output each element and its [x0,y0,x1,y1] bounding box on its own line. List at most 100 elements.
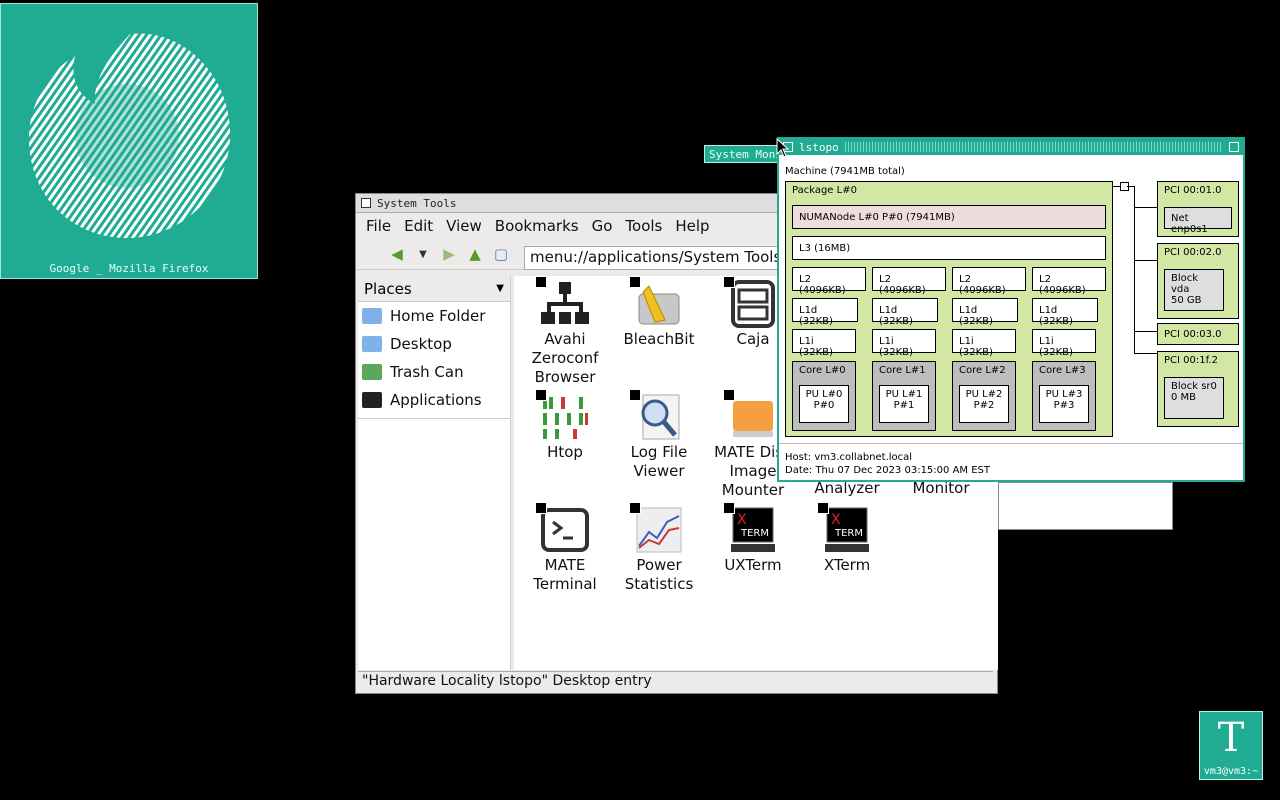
sidebar-item-label: Home Folder [390,307,486,325]
xterm-icon: X TERM [723,502,777,554]
chevron-down-icon[interactable]: ▼ [496,283,504,294]
l1i-cache-box: L1i (32KB) [952,329,1016,358]
date-label: Date: Thu 07 Dec 2023 03:15:00 AM EST [785,465,990,476]
menu-help[interactable]: Help [675,217,709,235]
mouse-pointer-icon [776,138,790,158]
app-label: Avahi Zeroconf Browser [531,330,599,386]
sidebar-item-label: Desktop [390,335,452,353]
app-bleachbit[interactable]: BleachBit [612,276,706,349]
terminal-glyph-icon: T [1217,715,1245,761]
core-label: Core L#2 [959,365,1006,376]
location-bar[interactable]: menu://applications/System Tools [524,246,784,270]
host-label: Host: vm3.collabnet.local [785,452,913,463]
window-menu-icon[interactable] [361,198,371,208]
app-label: Htop [547,443,583,461]
places-header[interactable]: Places ▼ [358,276,510,302]
xterm-icon: X TERM [817,502,871,554]
file-cabinet-icon [723,276,777,328]
l1i-cache-box: L1i (32KB) [872,329,936,358]
l2-cache-box: L2 (4096KB) [792,267,866,296]
menu-file[interactable]: File [366,217,391,235]
app-label: BleachBit [623,330,695,348]
sidebar-item-label: Trash Can [390,363,464,381]
l1i-cache-box: L1i (32KB) [792,329,856,358]
desktop-folder-icon [362,336,382,352]
app-label: XTerm [823,556,871,574]
sidebar-item-desktop[interactable]: Desktop [358,330,510,358]
l2-cache-box: L2 (4096KB) [952,267,1026,296]
firefox-iconified-window[interactable]: Google _ Mozilla Firefox [0,3,258,279]
menu-go[interactable]: Go [592,217,613,235]
l1d-cache-box: L1d (32KB) [872,298,938,327]
lstopo-titlebar[interactable]: lstopo [779,139,1243,155]
app-log-file-viewer[interactable]: Log File Viewer [612,389,706,481]
firefox-icon-caption: Google _ Mozilla Firefox [49,262,209,275]
pci-label: PCI 00:1f.2 [1164,355,1218,366]
menu-bookmarks[interactable]: Bookmarks [495,217,579,235]
forward-arrow-icon[interactable]: ▶ [438,243,460,265]
app-mate-terminal[interactable]: MATE Terminal [518,502,612,594]
chart-icon [629,502,683,554]
l1d-cache-box: L1d (32KB) [952,298,1018,327]
up-arrow-icon[interactable]: ▲ [464,243,486,265]
applications-icon [362,392,382,408]
l3-cache-box: L3 (16MB) [792,236,1106,260]
sidebar-item-trash[interactable]: Trash Can [358,358,510,386]
pu-label: PU L#2 [965,389,1003,400]
lstopo-window-title: lstopo [799,140,839,154]
terminal-icon [535,502,589,554]
block-device-size: 50 GB [1171,295,1202,306]
pu-box: PU L#0 P#0 [799,385,849,423]
app-avahi[interactable]: Avahi Zeroconf Browser [518,276,612,387]
core-label: Core L#1 [879,365,926,376]
divider [779,443,1243,444]
pu-box: PU L#2 P#2 [959,385,1009,423]
block-device-box: Block vda 50 GB [1164,269,1224,311]
maximize-icon[interactable] [1229,142,1239,152]
sidebar-item-label: Applications [390,391,482,409]
status-bar: "Hardware Locality lstopo" Desktop entry [358,671,993,691]
caja-window-title: System Tools [377,196,457,210]
pu-physical-label: P#3 [1053,400,1075,411]
system-monitor-titlebar[interactable]: System Monitor [704,145,780,163]
numa-node-box: NUMANode L#0 P#0 (7941MB) [792,205,1106,229]
lstopo-window[interactable]: lstopo Machine (7941MB total) Package L#… [777,137,1245,482]
places-header-label: Places [364,279,412,298]
app-htop[interactable]: Htop [518,389,612,462]
terminal-iconified-window[interactable]: T vm3@vm3:~ [1199,711,1263,780]
block-device-label: Block sr0 [1171,381,1217,392]
app-power-statistics[interactable]: Power Statistics [612,502,706,594]
app-uxterm[interactable]: X TERM UXTerm [706,502,800,575]
l1d-cache-box: L1d (32KB) [1032,298,1098,327]
system-monitor-window[interactable] [998,482,1173,530]
menu-edit[interactable]: Edit [404,217,433,235]
menu-view[interactable]: View [446,217,482,235]
topology-canvas: Machine (7941MB total) Package L#0 NUMAN… [779,155,1243,480]
disk-image-icon [723,389,777,441]
connector-line [1134,186,1135,354]
core-label: Core L#0 [799,365,846,376]
magnifier-icon [629,389,683,441]
app-label: Log File Viewer [630,443,688,480]
places-sidebar: Places ▼ Home Folder Desktop Trash Can A… [358,276,511,670]
menu-tools[interactable]: Tools [625,217,662,235]
network-icon [535,276,589,328]
back-arrow-icon[interactable]: ◀ [386,243,408,265]
broom-icon [629,276,683,328]
firefox-logo-icon [28,33,231,238]
sidebar-item-applications[interactable]: Applications [358,386,510,414]
pu-physical-label: P#1 [893,400,915,411]
home-folder-icon [362,308,382,324]
sidebar-item-home[interactable]: Home Folder [358,302,510,330]
connector-line [1134,331,1158,332]
block-device-size: 0 MB [1171,392,1197,403]
app-xterm[interactable]: X TERM XTerm [800,502,894,575]
pu-physical-label: P#2 [973,400,995,411]
app-label: Power Statistics [624,556,694,593]
history-dropdown-icon[interactable]: ▼ [412,243,434,265]
htop-bars-icon [535,389,589,441]
pu-box: PU L#3 P#3 [1039,385,1089,423]
machine-label: Machine (7941MB total) [785,166,905,177]
terminal-icon-caption: vm3@vm3:~ [1203,766,1259,777]
svg-text:X: X [737,512,747,528]
